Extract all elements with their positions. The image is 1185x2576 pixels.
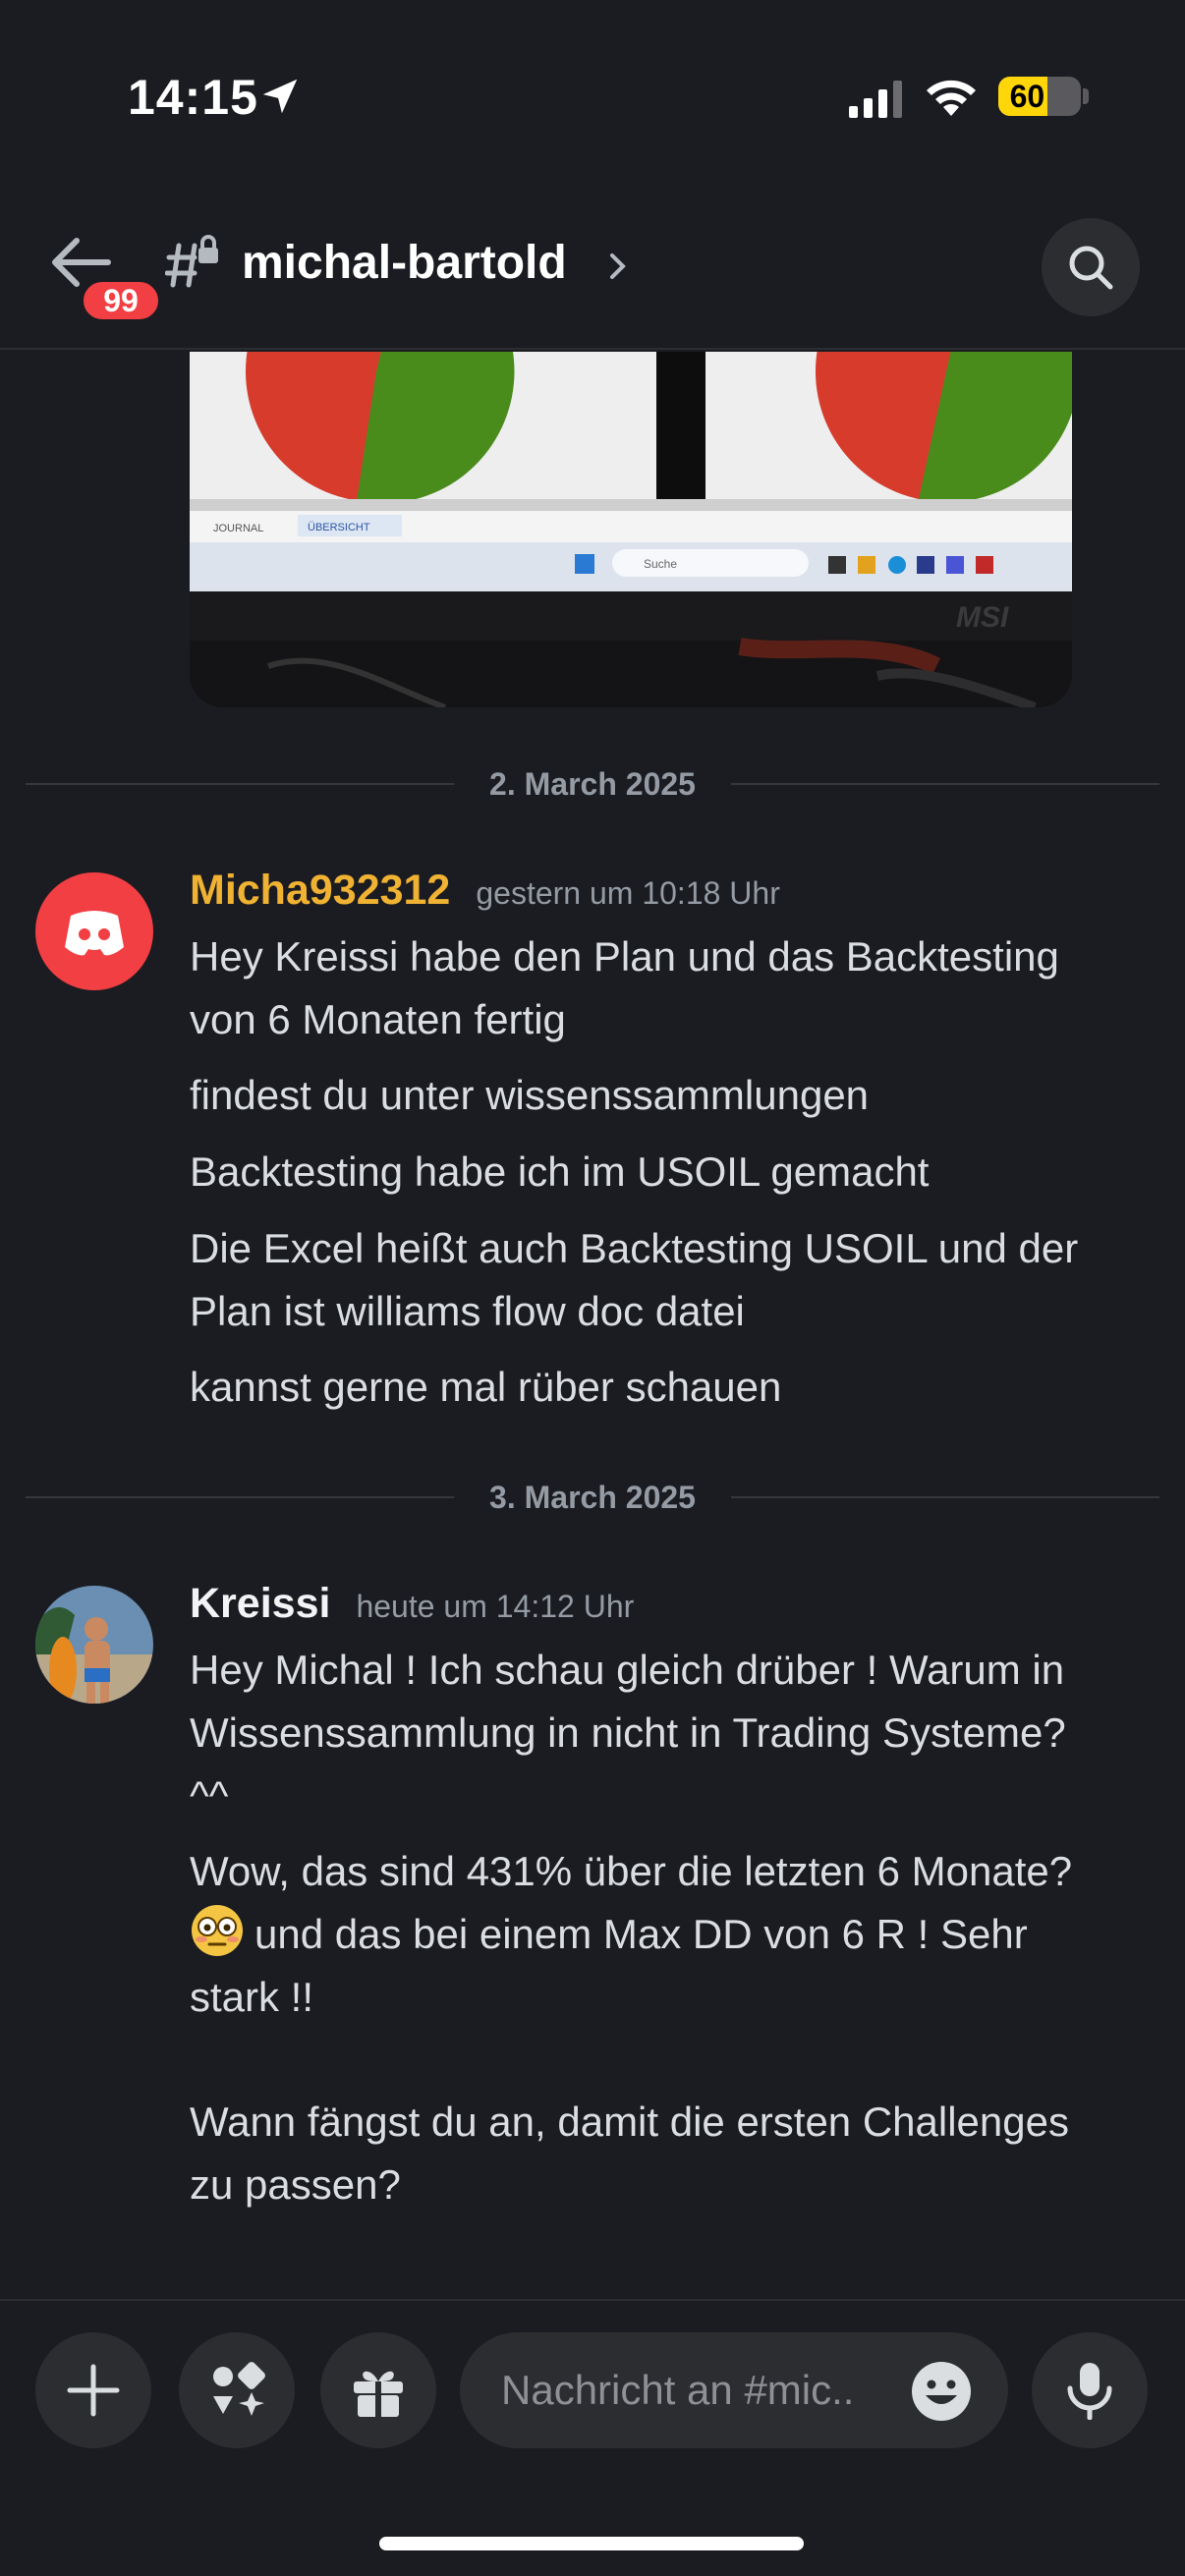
date-divider-label: 2. March 2025 — [489, 766, 696, 802]
photo-of-trading-screen: JOURNAL ÜBERSICHT Suche MSI — [190, 352, 1072, 707]
channel-title[interactable]: michal-bartold — [242, 236, 567, 290]
voice-message-button[interactable] — [1032, 2332, 1148, 2448]
message-text: Wow, das sind 431% über die letzten 6 Mo… — [190, 1848, 1073, 1894]
message-header: Kreissi heute um 14:12 Uhr — [190, 1580, 634, 1628]
plus-icon — [67, 2364, 120, 2417]
monitor-brand: MSI — [956, 601, 1009, 634]
flushed-face-emoji-icon — [192, 1905, 243, 1956]
home-indicator — [379, 2537, 804, 2550]
profile-photo — [35, 1586, 153, 1704]
message-text: und das bei einem Max DD von 6 R ! Sehr … — [190, 1911, 1028, 2020]
tab-overview: ÜBERSICHT — [308, 522, 370, 533]
chevron-right-icon[interactable] — [607, 252, 629, 281]
unread-badge: 99 — [79, 277, 163, 324]
cellular-signal-icon — [849, 81, 902, 118]
author-name[interactable]: Micha932312 — [190, 867, 450, 915]
message-input-placeholder: Nachricht an #mic.. — [501, 2367, 855, 2413]
message-input[interactable]: Nachricht an #mic.. — [460, 2332, 1008, 2448]
message-text: Backtesting habe ich im USOIL gemacht — [190, 1148, 930, 1195]
search-icon — [1069, 246, 1113, 290]
apps-button[interactable] — [179, 2332, 295, 2448]
message-text: Hey Kreissi habe den Plan und das Backte… — [190, 933, 1059, 1042]
microphone-icon — [1067, 2363, 1112, 2420]
gift-button[interactable] — [320, 2332, 436, 2448]
message-header: Micha932312 gestern um 10:18 Uhr — [190, 867, 780, 915]
discord-logo-icon — [65, 911, 124, 956]
status-time: 14:15 — [128, 70, 258, 125]
author-name[interactable]: Kreissi — [190, 1580, 330, 1628]
apps-icon — [213, 2362, 265, 2416]
date-divider: 2. March 2025 — [26, 762, 1159, 806]
message-text: findest du unter wissenssammlungen — [190, 1072, 870, 1118]
add-attachment-button[interactable] — [35, 2332, 151, 2448]
gift-icon — [354, 2371, 403, 2417]
message-timestamp: gestern um 10:18 Uhr — [476, 875, 780, 911]
tab-journal: JOURNAL — [213, 523, 263, 534]
message-text: Die Excel heißt auch Backtesting USOIL u… — [190, 1225, 1079, 1334]
avatar-kreissi[interactable] — [35, 1586, 153, 1704]
wifi-icon — [927, 80, 976, 116]
battery-icon: 60 — [998, 77, 1081, 116]
battery-tip — [1083, 88, 1089, 104]
message-text: kannst gerne mal rüber schauen — [190, 1364, 782, 1410]
battery-level: 60 — [1009, 78, 1045, 114]
image-attachment[interactable]: JOURNAL ÜBERSICHT Suche MSI — [190, 352, 1072, 707]
message-text: Hey Michal ! Ich schau gleich drüber ! W… — [190, 1647, 1066, 1819]
taskbar-search-label: Suche — [644, 557, 677, 571]
location-arrow-icon — [262, 79, 298, 114]
search-button[interactable] — [1042, 218, 1140, 316]
avatar-micha932312[interactable] — [35, 872, 153, 990]
message-text-with-emoji: und das bei einem Max DD von 6 R ! Sehr … — [190, 1903, 1162, 2029]
locked-channel-icon — [165, 235, 218, 288]
message-text: Wann fängst du an, damit die ersten Chal… — [190, 2099, 1069, 2208]
date-divider-label: 3. March 2025 — [489, 1480, 696, 1515]
message-timestamp: heute um 14:12 Uhr — [356, 1589, 635, 1624]
date-divider: 3. March 2025 — [26, 1476, 1159, 1519]
emoji-icon[interactable] — [910, 2360, 973, 2423]
status-bar: 14:15 60 — [0, 0, 1185, 187]
